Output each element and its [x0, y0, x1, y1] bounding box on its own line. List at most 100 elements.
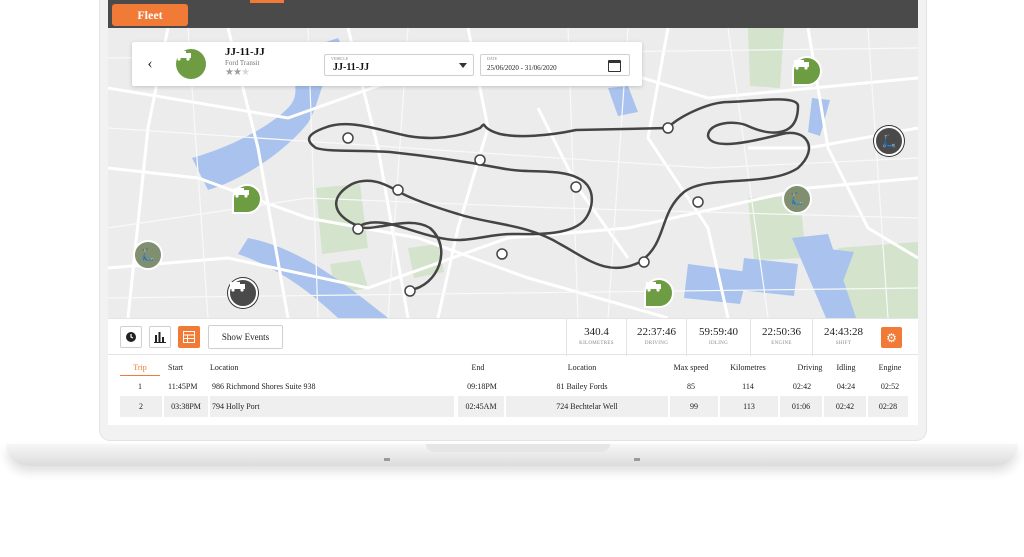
waypoint [638, 256, 650, 268]
show-events-button[interactable]: Show Events [208, 325, 283, 349]
scooter-marker[interactable]: 🛴 [874, 126, 904, 156]
waypoint [474, 154, 486, 166]
waypoint [404, 285, 416, 297]
trip-start: 11:45PM [168, 382, 198, 391]
trip-end-location: 724 Bechtelar Well [506, 396, 668, 417]
scooter-marker[interactable]: 🛴 [782, 184, 812, 214]
trip-idling: 04:24 [836, 382, 856, 391]
scooter-marker[interactable]: 🛴 [133, 240, 163, 270]
star-icon: ★ [225, 67, 234, 78]
truck-icon [230, 282, 245, 292]
stat-label: DRIVING [644, 341, 669, 346]
fleet-tab[interactable]: Fleet [112, 4, 188, 26]
table-icon [183, 331, 195, 343]
waypoint [342, 132, 354, 144]
trip-start-location: 794 Holly Port [210, 396, 454, 417]
stat-idling: 59:59:40 IDLING [686, 319, 750, 356]
clock-button[interactable] [120, 326, 142, 348]
calendar-icon[interactable] [608, 60, 621, 72]
waypoint [392, 184, 404, 196]
trip-driving: 02:42 [792, 382, 812, 391]
vehicle-registration: JJ-11-JJ [225, 46, 265, 58]
vehicle-marker[interactable] [228, 278, 258, 308]
vehicle-model: Ford Transit [225, 59, 260, 67]
scooter-icon: 🛴 [140, 247, 156, 262]
table-header: Trip Start Location End Location Max spe… [118, 358, 908, 376]
trip-idling: 02:42 [824, 396, 866, 417]
chevron-left-icon: ‹ [147, 55, 153, 72]
waypoint [662, 122, 674, 134]
column-header[interactable]: Engine [868, 358, 912, 376]
table-row[interactable]: 1 11:45PM 986 Richmond Shores Suite 938 … [118, 376, 908, 397]
stat-engine: 22:50:36 ENGINE [750, 319, 812, 356]
laptop-notch [426, 444, 610, 452]
vehicle-select-value: JJ-11-JJ [333, 62, 370, 73]
trip-engine: 02:28 [868, 396, 908, 417]
stat-label: IDLING [708, 341, 729, 346]
route-line [307, 98, 811, 292]
scooter-icon: 🛴 [789, 191, 805, 206]
column-header[interactable]: Kilometres [718, 358, 778, 376]
star-icon: ★ [232, 67, 242, 78]
stat-label: SHIFT [835, 341, 852, 346]
stat-label: KILOMETRES [579, 341, 614, 346]
column-header[interactable]: Start [168, 358, 208, 376]
control-bar: Show Events 340.4 KILOMETRES 22:37:46 DR… [108, 318, 918, 356]
laptop-foot [634, 458, 640, 461]
laptop-base [6, 444, 1018, 466]
column-header[interactable]: Trip [120, 358, 160, 376]
bar-chart-icon [154, 332, 166, 343]
column-header[interactable]: Max speed [666, 358, 716, 376]
stat-value: 24:43:28 [823, 326, 864, 338]
stat-label: ENGINE [771, 341, 792, 346]
map[interactable]: 🛴 🛴 🛴 ‹ JJ-11-JJ Ford Transit ★★★ VEHICL… [108, 28, 918, 318]
truck-icon [234, 188, 249, 198]
column-header[interactable]: Location [502, 358, 662, 376]
waypoint [496, 248, 508, 260]
truck-icon [646, 282, 661, 292]
date-range-label: DATE [487, 56, 498, 61]
date-range-value: 25/06/2020 - 31/06/2020 [487, 64, 557, 72]
laptop-foot [384, 458, 390, 461]
column-header[interactable]: Location [210, 358, 410, 376]
vehicle-marker[interactable] [644, 278, 674, 308]
clock-icon [126, 332, 136, 342]
vehicle-marker[interactable] [792, 56, 822, 86]
table-row[interactable]: 2 03:38PM 794 Holly Port 02:45AM 724 Bec… [118, 396, 908, 417]
stat-value: 59:59:40 [698, 326, 739, 338]
scooter-icon: 🛴 [881, 133, 897, 148]
top-bar: Fleet [108, 0, 918, 28]
trip-end: 02:45AM [458, 396, 504, 417]
vehicle-card: ‹ JJ-11-JJ Ford Transit ★★★ VEHICLE JJ-1… [132, 42, 642, 86]
stat-value: 22:37:46 [636, 326, 677, 338]
trip-end-location: 81 Bailey Fords [556, 382, 608, 391]
trip-number: 1 [138, 382, 142, 391]
chart-button[interactable] [149, 326, 171, 348]
vehicle-select[interactable]: VEHICLE JJ-11-JJ [324, 54, 474, 76]
column-header[interactable]: End [454, 358, 502, 376]
truck-icon [794, 60, 809, 70]
route-waypoints [342, 122, 704, 297]
stat-kilometres: 340.4 KILOMETRES [566, 319, 626, 356]
table-button[interactable] [178, 326, 200, 348]
settings-button[interactable]: ⚙ [881, 327, 902, 348]
stat-value: 22:50:36 [761, 326, 802, 338]
trip-start: 03:38PM [164, 396, 208, 417]
waypoint [692, 196, 704, 208]
vehicle-rating: ★★★ [225, 67, 250, 78]
fleet-app: Fleet 🛴 🛴 🛴 ‹ JJ-11-JJ Ford Transit ★★★ … [108, 0, 918, 425]
trip-max-speed: 85 [687, 382, 695, 391]
column-header[interactable]: Idling [824, 358, 868, 376]
date-range-field[interactable]: DATE 25/06/2020 - 31/06/2020 [480, 54, 630, 76]
vehicle-select-label: VEHICLE [331, 56, 349, 61]
trip-start-location: 986 Richmond Shores Suite 938 [212, 382, 316, 391]
vehicle-marker[interactable] [232, 184, 262, 214]
trip-max-speed: 99 [670, 396, 718, 417]
waypoint [570, 181, 582, 193]
vehicle-avatar [176, 49, 206, 79]
stat-value: 340.4 [584, 326, 609, 338]
caret-down-icon [459, 63, 467, 68]
stat-shift: 24:43:28 SHIFT [812, 319, 874, 356]
trip-number: 2 [120, 396, 162, 417]
back-button[interactable]: ‹ [142, 54, 158, 74]
